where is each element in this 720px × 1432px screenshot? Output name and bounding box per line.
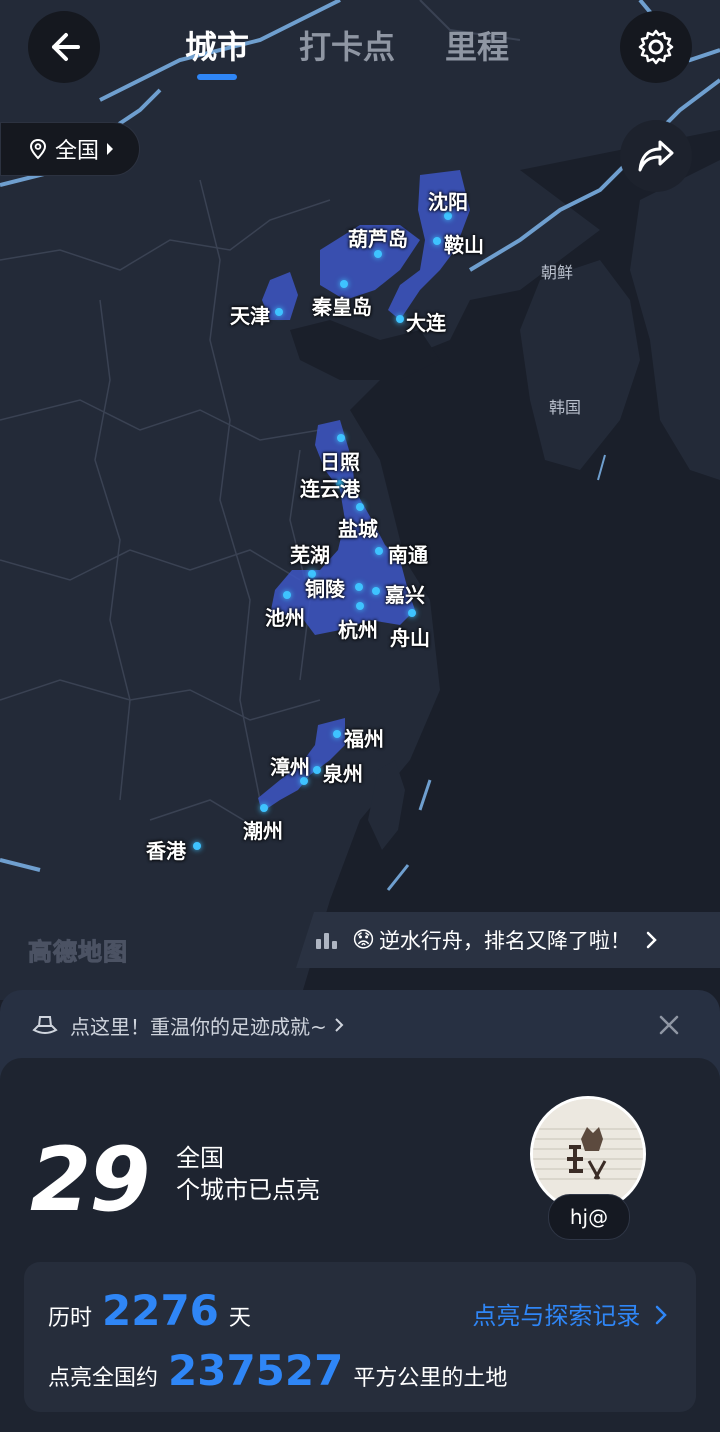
area-row: 点亮全国约 237527 平方公里的土地 <box>48 1346 507 1395</box>
city-label: 漳州 <box>270 755 310 779</box>
city-marker[interactable] <box>375 547 383 555</box>
city-label: 沈阳 <box>428 190 468 214</box>
city-label: 铜陵 <box>305 577 345 601</box>
city-label: 盐城 <box>338 517 378 541</box>
hat-icon <box>32 1016 58 1034</box>
tab-mileage[interactable]: 里程 <box>445 22 509 68</box>
stats-panel: 历时 2276 天 点亮与探索记录 点亮全国约 237527 平方公里的土地 <box>24 1262 696 1412</box>
city-marker[interactable] <box>333 730 341 738</box>
records-link-label: 点亮与探索记录 <box>472 1302 641 1330</box>
city-label: 葫芦岛 <box>348 227 408 251</box>
back-button[interactable] <box>28 11 100 83</box>
bar-chart-icon <box>316 933 337 949</box>
chevron-right-icon <box>655 1305 667 1325</box>
city-marker[interactable] <box>372 587 380 595</box>
city-marker[interactable] <box>260 804 268 812</box>
achievement-card: 29 全国 个城市已点亮 hj@ 历时 2276 天 点亮与探索记录 点亮全国约… <box>0 1058 720 1432</box>
settings-button[interactable] <box>620 11 692 83</box>
duration-row: 历时 2276 天 <box>48 1286 251 1335</box>
close-icon[interactable] <box>658 1014 680 1036</box>
rank-banner-text: 逆水行舟，排名又降了啦！ <box>378 929 631 953</box>
tab-cities[interactable]: 城市 <box>185 22 249 80</box>
region-label: 全国 <box>55 139 100 164</box>
city-marker[interactable] <box>313 766 321 774</box>
city-label: 香港 <box>146 839 186 863</box>
city-label: 连云港 <box>300 477 360 501</box>
summary-sheet: 点这里！重温你的足迹成就~ 29 全国 个城市已点亮 hj@ 历时 2276 天… <box>0 990 720 1432</box>
city-marker[interactable] <box>340 280 348 288</box>
top-bar: 城市 打卡点 里程 <box>0 0 720 100</box>
city-marker[interactable] <box>396 315 404 323</box>
days-value: 2276 <box>102 1286 219 1335</box>
area-unit: 平方公里的土地 <box>353 1366 508 1391</box>
lit-cities-label: 个城市已点亮 <box>176 1176 320 1204</box>
footprint-hint-text: 点这里！重温你的足迹成就~ <box>70 1014 327 1039</box>
tab-bar: 城市 打卡点 里程 <box>185 22 509 80</box>
avatar-image <box>533 1099 643 1209</box>
city-label: 嘉兴 <box>385 583 425 607</box>
city-label: 秦皇岛 <box>312 295 372 319</box>
duration-prefix: 历时 <box>48 1306 93 1331</box>
city-label: 潮州 <box>243 819 283 843</box>
city-marker[interactable] <box>275 308 283 316</box>
chevron-right-icon <box>646 931 657 949</box>
records-link[interactable]: 点亮与探索记录 <box>472 1296 668 1331</box>
city-label: 日照 <box>320 450 360 474</box>
lit-city-count: 29 <box>30 1128 150 1231</box>
city-marker[interactable] <box>337 434 345 442</box>
arrow-left-icon <box>52 33 80 61</box>
caret-right-icon <box>107 143 114 155</box>
country-label: 韩国 <box>549 398 582 417</box>
share-icon <box>638 140 674 172</box>
city-marker[interactable] <box>283 591 291 599</box>
chevron-right-icon <box>335 1018 344 1032</box>
city-marker[interactable] <box>408 609 416 617</box>
city-label: 舟山 <box>390 626 430 650</box>
area-prefix: 点亮全国约 <box>48 1366 159 1391</box>
gear-icon <box>638 29 674 65</box>
city-label: 泉州 <box>323 762 363 786</box>
region-selector[interactable]: 全国 <box>0 122 140 176</box>
city-label: 芜湖 <box>290 543 330 567</box>
city-label: 池州 <box>265 606 305 630</box>
sad-emoji-icon: 😟 <box>352 927 375 953</box>
city-marker[interactable] <box>193 842 201 850</box>
tab-checkins[interactable]: 打卡点 <box>299 22 395 68</box>
location-pin-icon <box>29 138 47 160</box>
scope-label: 全国 <box>176 1144 224 1172</box>
days-unit: 天 <box>228 1306 251 1331</box>
city-label: 福州 <box>344 727 384 751</box>
footprint-hint-bar[interactable]: 点这里！重温你的足迹成就~ <box>0 990 720 1060</box>
username-badge: hj@ <box>548 1194 630 1240</box>
city-label: 南通 <box>388 543 428 567</box>
map-brand-logo: 高德地图 <box>28 938 128 967</box>
city-label: 大连 <box>406 311 446 335</box>
city-label: 天津 <box>230 304 270 328</box>
share-button[interactable] <box>620 120 692 192</box>
city-marker[interactable] <box>356 503 364 511</box>
city-marker[interactable] <box>433 237 441 245</box>
country-label: 朝鲜 <box>541 263 574 282</box>
city-label: 杭州 <box>338 618 378 642</box>
area-value: 237527 <box>168 1346 344 1395</box>
city-marker[interactable] <box>356 602 364 610</box>
city-label: 鞍山 <box>444 233 484 257</box>
rank-banner[interactable]: 😟 逆水行舟，排名又降了啦！ <box>296 912 720 968</box>
city-marker[interactable] <box>355 583 363 591</box>
